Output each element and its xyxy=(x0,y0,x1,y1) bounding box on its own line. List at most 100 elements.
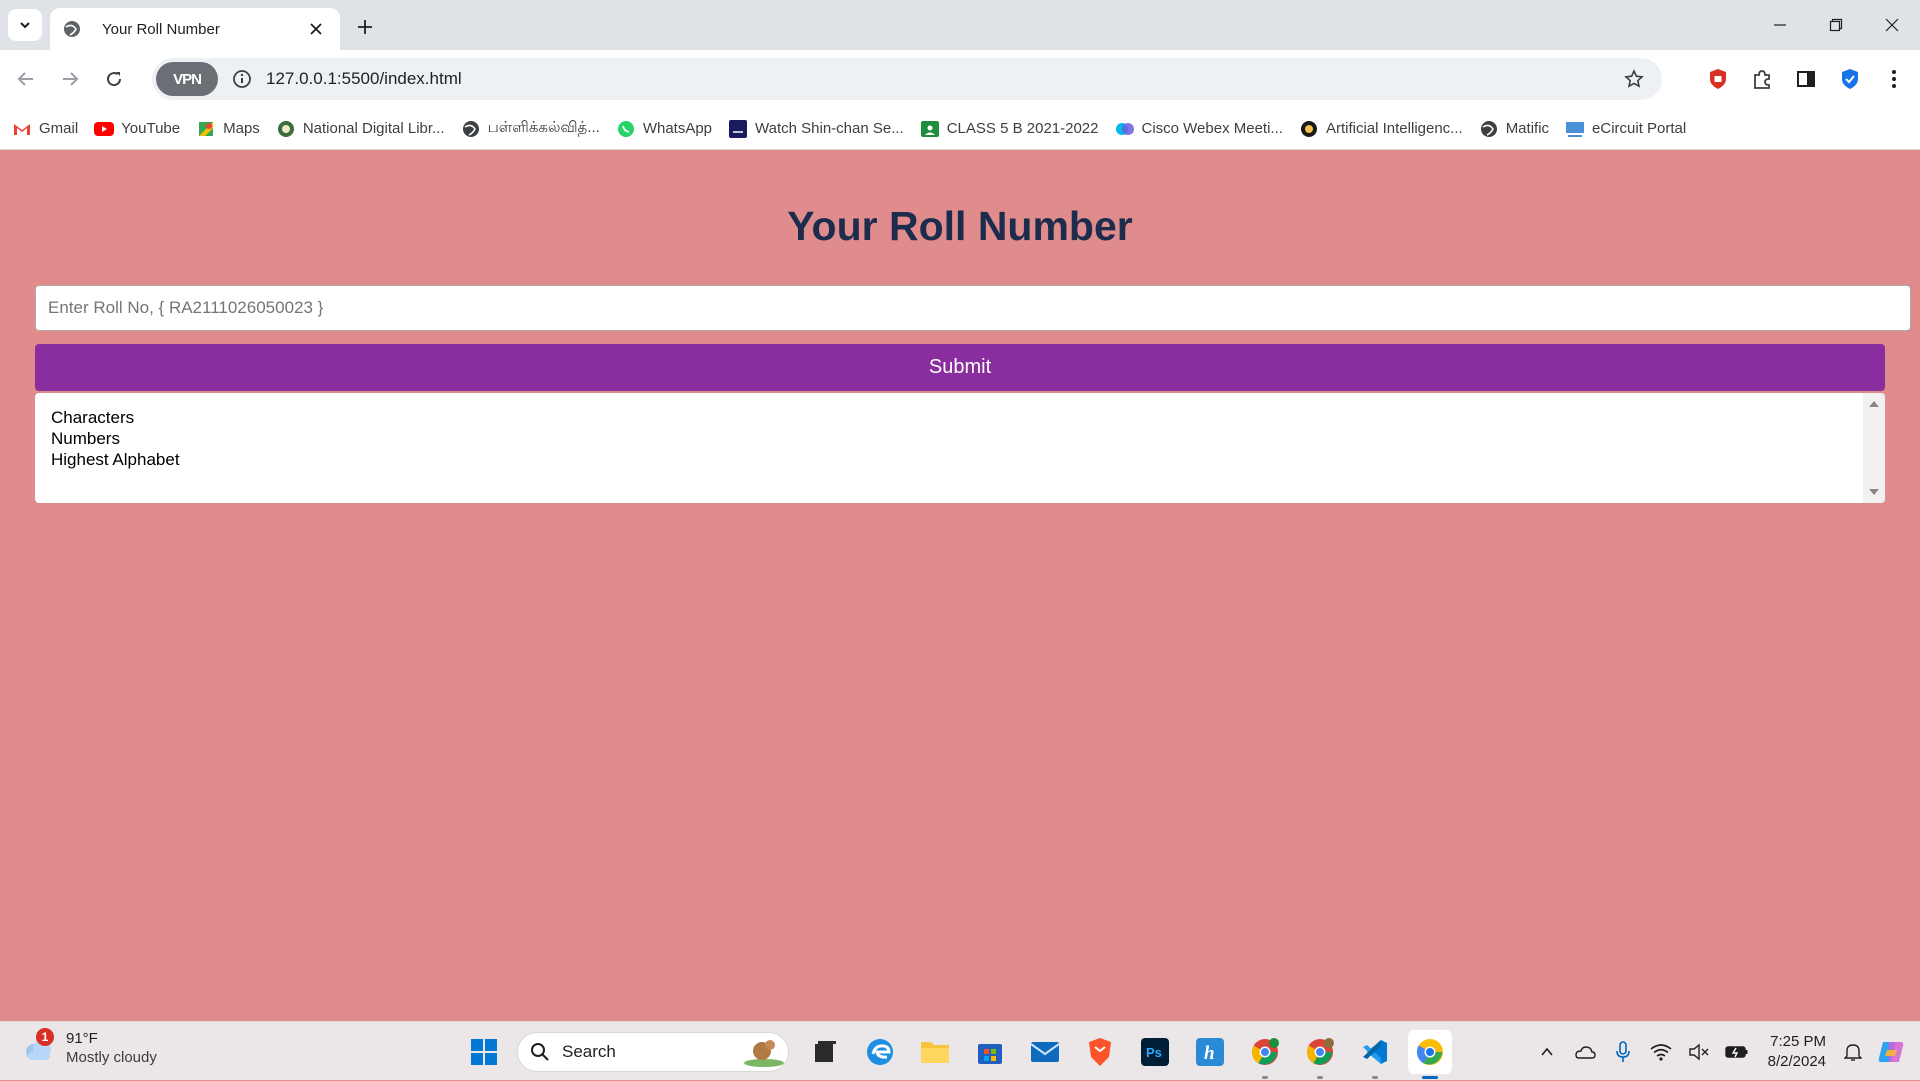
hackerrank-app[interactable]: h xyxy=(1188,1030,1232,1074)
bookmark-maps[interactable]: Maps xyxy=(196,119,260,139)
ecircuit-icon xyxy=(1565,119,1585,139)
arrow-right-icon xyxy=(63,72,79,86)
bookmark-label: WhatsApp xyxy=(642,120,713,137)
tab-search-button[interactable] xyxy=(8,9,42,41)
scroll-up-icon[interactable] xyxy=(1869,401,1879,407)
classroom-icon xyxy=(920,119,940,139)
browser-menu-button[interactable] xyxy=(1876,61,1912,97)
window-controls xyxy=(1752,0,1920,50)
page-content: Your Roll Number Submit Characters Numbe… xyxy=(0,151,1920,1021)
weather-condition: Mostly cloudy xyxy=(66,1049,157,1066)
mail-app[interactable] xyxy=(1023,1030,1067,1074)
bookmark-school-education[interactable]: பள்ளிக்கல்வித்... xyxy=(461,119,600,139)
adblock-extension-button[interactable] xyxy=(1700,61,1736,97)
plus-icon xyxy=(358,20,372,34)
restore-icon xyxy=(1829,18,1843,32)
puzzle-icon xyxy=(1754,70,1770,89)
more-vertical-icon xyxy=(1892,70,1896,88)
copilot-icon xyxy=(1878,1041,1904,1062)
globe-icon xyxy=(64,21,80,37)
battery-button[interactable] xyxy=(1722,1037,1752,1067)
bookmark-label: National Digital Libr... xyxy=(302,120,445,137)
weather-temperature: 91°F xyxy=(66,1030,98,1047)
new-tab-button[interactable] xyxy=(350,12,380,42)
bookmark-class5b[interactable]: CLASS 5 B 2021-2022 xyxy=(920,119,1099,139)
bookmark-label: Matific xyxy=(1505,120,1550,137)
wifi-button[interactable] xyxy=(1646,1037,1676,1067)
restore-button[interactable] xyxy=(1808,0,1864,50)
address-bar[interactable]: VPN 127.0.0.1:5500/index.html xyxy=(152,58,1662,100)
vpn-label: VPN xyxy=(173,70,202,88)
notifications-button[interactable] xyxy=(1838,1037,1868,1067)
result-item-characters: Characters xyxy=(51,408,135,427)
show-hidden-icons-button[interactable] xyxy=(1532,1037,1562,1067)
vpn-button[interactable]: VPN xyxy=(156,62,218,96)
back-button[interactable] xyxy=(8,61,44,97)
result-item-numbers: Numbers xyxy=(51,429,120,448)
search-icon xyxy=(531,1043,549,1061)
security-extension-button[interactable] xyxy=(1832,61,1868,97)
bookmark-gmail[interactable]: Gmail xyxy=(12,119,78,139)
svg-text:Ps: Ps xyxy=(1146,1045,1162,1060)
cloud-icon: 1 xyxy=(20,1028,56,1066)
bookmark-label: CLASS 5 B 2021-2022 xyxy=(946,120,1099,137)
battery-charging-icon xyxy=(1724,1045,1748,1058)
store-app[interactable] xyxy=(968,1030,1012,1074)
submit-button[interactable]: Submit xyxy=(35,344,1885,391)
url-text[interactable]: 127.0.0.1:5500/index.html xyxy=(266,69,1616,89)
result-scrollbar[interactable] xyxy=(1863,393,1885,503)
task-view-button[interactable] xyxy=(803,1030,847,1074)
gmail-icon xyxy=(12,119,32,139)
whatsapp-icon xyxy=(616,119,636,139)
start-button[interactable] xyxy=(462,1030,506,1074)
mail-icon xyxy=(1030,1042,1060,1062)
extensions-button[interactable] xyxy=(1744,61,1780,97)
bookmark-ndl[interactable]: National Digital Libr... xyxy=(276,119,445,139)
chrome-active-app[interactable] xyxy=(1408,1030,1452,1079)
cloud-icon xyxy=(1574,1045,1596,1059)
bookmark-label: பள்ளிக்கல்வித்... xyxy=(487,119,600,136)
page-title: Your Roll Number xyxy=(787,203,1133,249)
side-panel-button[interactable] xyxy=(1788,61,1824,97)
scroll-down-icon[interactable] xyxy=(1869,489,1879,495)
reload-button[interactable] xyxy=(96,61,132,97)
svg-text:h: h xyxy=(1204,1043,1215,1064)
bookmark-webex[interactable]: Cisco Webex Meeti... xyxy=(1115,119,1283,139)
chrome-profile-app[interactable] xyxy=(1243,1030,1287,1079)
bookmark-whatsapp[interactable]: WhatsApp xyxy=(616,119,712,139)
bookmark-youtube[interactable]: YouTube xyxy=(94,119,180,139)
bookmark-star-button[interactable] xyxy=(1616,61,1652,97)
system-clock[interactable]: 7:25 PM 8/2/2024 xyxy=(1768,1032,1826,1072)
folder-icon xyxy=(921,1042,949,1063)
photoshop-app[interactable]: Ps xyxy=(1133,1030,1177,1074)
browser-tab[interactable]: Your Roll Number xyxy=(50,8,340,50)
ndl-icon xyxy=(276,119,296,139)
weather-widget[interactable]: 1 91°F Mostly cloudy xyxy=(20,1028,157,1067)
video-icon xyxy=(728,119,748,139)
star-icon xyxy=(1624,69,1644,88)
copilot-button[interactable] xyxy=(1876,1037,1906,1067)
chrome-app[interactable] xyxy=(1298,1030,1342,1079)
onedrive-button[interactable] xyxy=(1570,1037,1600,1067)
edge-app[interactable] xyxy=(858,1030,902,1074)
taskbar-search[interactable]: Search xyxy=(517,1032,789,1072)
bookmark-shinchan[interactable]: Watch Shin-chan Se... xyxy=(728,119,904,139)
close-tab-button[interactable] xyxy=(304,17,328,41)
site-info-button[interactable] xyxy=(228,65,256,93)
bookmark-ecircuit[interactable]: eCircuit Portal xyxy=(1565,119,1686,139)
minimize-button[interactable] xyxy=(1752,0,1808,50)
reload-icon xyxy=(107,72,122,87)
volume-button[interactable] xyxy=(1684,1037,1714,1067)
bookmark-ai[interactable]: Artificial Intelligenc... xyxy=(1299,119,1463,139)
roll-number-input[interactable] xyxy=(35,285,1911,331)
microphone-button[interactable] xyxy=(1608,1037,1638,1067)
forward-button[interactable] xyxy=(52,61,88,97)
close-window-button[interactable] xyxy=(1864,0,1920,50)
result-list[interactable]: Characters Numbers Highest Alphabet xyxy=(35,393,1885,503)
file-explorer-app[interactable] xyxy=(913,1030,957,1074)
chrome-icon xyxy=(1306,1038,1334,1065)
vscode-app[interactable] xyxy=(1353,1030,1397,1079)
bookmark-matific[interactable]: Matific xyxy=(1479,119,1549,139)
brave-app[interactable] xyxy=(1078,1030,1122,1074)
info-icon xyxy=(233,70,251,88)
